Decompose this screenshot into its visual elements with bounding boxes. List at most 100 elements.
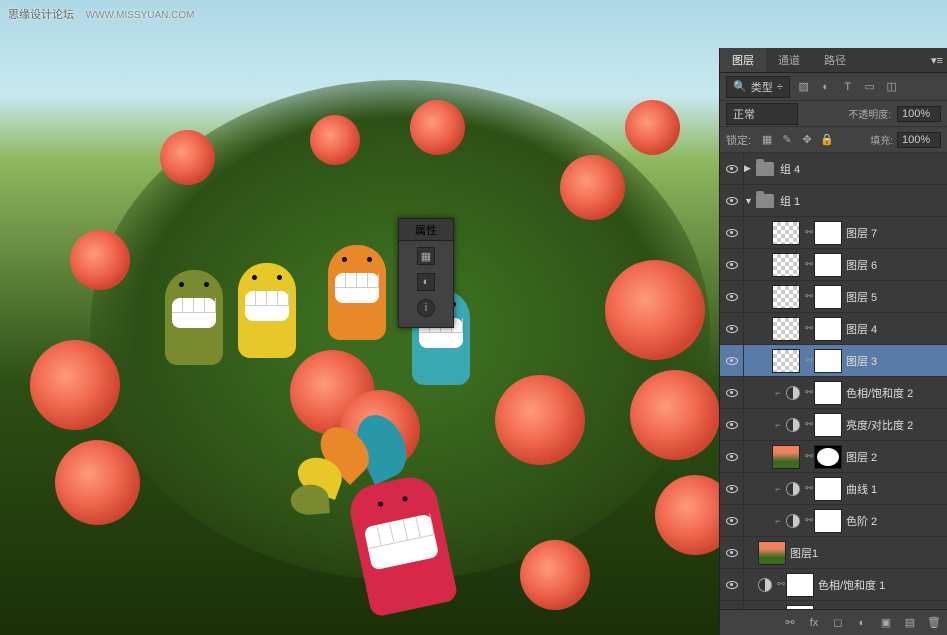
layer-thumb[interactable] <box>772 349 800 373</box>
visibility-toggle[interactable] <box>720 569 744 600</box>
lock-all-icon[interactable]: 🔒 <box>819 132 835 148</box>
disclosure-icon[interactable]: ▼ <box>744 196 756 206</box>
mask-thumb[interactable] <box>814 221 842 245</box>
layer-thumb[interactable] <box>758 541 786 565</box>
layer-name[interactable]: 色相/饱和度 2 <box>846 385 913 401</box>
mask-thumb[interactable] <box>814 509 842 533</box>
filter-pixel-icon[interactable]: ▧ <box>796 79 812 95</box>
layer-row-3[interactable]: ⚯图层 6 <box>720 249 947 281</box>
opacity-input[interactable]: 100% <box>897 106 941 122</box>
visibility-toggle[interactable] <box>720 473 744 504</box>
lock-label: 锁定: <box>726 132 751 148</box>
filter-shape-icon[interactable]: ▭ <box>862 79 878 95</box>
visibility-toggle[interactable] <box>720 153 744 184</box>
layer-name[interactable]: 图层 2 <box>846 449 877 465</box>
mask-thumb[interactable] <box>814 477 842 501</box>
visibility-toggle[interactable] <box>720 377 744 408</box>
new-group-icon[interactable]: ▣ <box>879 616 893 630</box>
layer-style-icon[interactable]: fx <box>807 616 821 630</box>
layer-row-9[interactable]: ⚯图层 2 <box>720 441 947 473</box>
info-icon[interactable]: i <box>417 299 435 317</box>
adjustment-layer-icon[interactable]: ◐ <box>855 616 869 630</box>
layer-thumb[interactable] <box>772 445 800 469</box>
layer-mask-icon[interactable]: ◻ <box>831 616 845 630</box>
tab-channels[interactable]: 通道 <box>766 48 812 72</box>
fill-input[interactable]: 100% <box>897 132 941 148</box>
visibility-toggle[interactable] <box>720 313 744 344</box>
mask-thumb[interactable] <box>814 413 842 437</box>
monster-green <box>165 270 223 365</box>
layer-name[interactable]: 组 1 <box>780 193 800 209</box>
link-icon: ⚯ <box>776 579 786 590</box>
layer-name[interactable]: 亮度/对比度 2 <box>846 417 913 433</box>
adjustment-icon <box>786 514 800 528</box>
layer-row-4[interactable]: ⚯图层 5 <box>720 281 947 313</box>
layer-thumb[interactable] <box>772 285 800 309</box>
filter-kind-select[interactable]: 🔍 类型 ÷ <box>726 76 790 98</box>
layer-row-12[interactable]: 图层1 <box>720 537 947 569</box>
tab-layers[interactable]: 图层 <box>720 48 766 72</box>
layer-thumb[interactable] <box>772 221 800 245</box>
layers-list[interactable]: ▶组 4▼组 1⚯图层 7⚯图层 6⚯图层 5⚯图层 4⚯图层 3⌐⚯色相/饱和… <box>720 153 947 609</box>
layer-name[interactable]: 图层 3 <box>846 353 877 369</box>
mask-thumb[interactable] <box>814 317 842 341</box>
mask-thumb[interactable] <box>814 285 842 309</box>
visibility-toggle[interactable] <box>720 217 744 248</box>
visibility-toggle[interactable] <box>720 281 744 312</box>
delete-layer-icon[interactable]: 🗑 <box>927 616 941 630</box>
layer-row-10[interactable]: ⌐⚯曲线 1 <box>720 473 947 505</box>
visibility-toggle[interactable] <box>720 441 744 472</box>
layer-row-8[interactable]: ⌐⚯亮度/对比度 2 <box>720 409 947 441</box>
layer-row-7[interactable]: ⌐⚯色相/饱和度 2 <box>720 377 947 409</box>
layer-row-5[interactable]: ⚯图层 4 <box>720 313 947 345</box>
mask-thumb[interactable] <box>786 573 814 597</box>
layer-row-14[interactable]: ⚯色阶 1 <box>720 601 947 609</box>
properties-panel[interactable]: 属性 ▦ ◐ i <box>398 218 454 328</box>
layer-name[interactable]: 图层1 <box>790 545 818 561</box>
mask-thumb[interactable] <box>814 445 842 469</box>
layer-row-13[interactable]: ⚯ 色相/饱和度 1 <box>720 569 947 601</box>
filter-adjustment-icon[interactable]: ◐ <box>818 79 834 95</box>
new-layer-icon[interactable]: ▤ <box>903 616 917 630</box>
layer-name[interactable]: 图层 4 <box>846 321 877 337</box>
lock-position-icon[interactable]: ✥ <box>799 132 815 148</box>
layer-name[interactable]: 图层 6 <box>846 257 877 273</box>
properties-title: 属性 <box>399 219 453 241</box>
layer-row-1[interactable]: ▼ 组 1 <box>720 185 947 217</box>
layer-row-2[interactable]: ⚯图层 7 <box>720 217 947 249</box>
layer-name[interactable]: 曲线 1 <box>846 481 877 497</box>
layer-row-0[interactable]: ▶ 组 4 <box>720 153 947 185</box>
filter-type-icon[interactable]: T <box>840 79 856 95</box>
tab-paths[interactable]: 路径 <box>812 48 858 72</box>
adjustment-icon <box>758 578 772 592</box>
layer-row-11[interactable]: ⌐⚯色阶 2 <box>720 505 947 537</box>
layer-thumb[interactable] <box>772 317 800 341</box>
visibility-toggle[interactable] <box>720 601 744 609</box>
mask-feather-icon[interactable]: ◐ <box>417 273 435 291</box>
layer-name[interactable]: 色阶 2 <box>846 513 877 529</box>
disclosure-icon[interactable]: ▶ <box>744 163 756 174</box>
mask-thumb[interactable] <box>814 381 842 405</box>
visibility-toggle[interactable] <box>720 345 744 376</box>
mask-thumb[interactable] <box>814 253 842 277</box>
panel-menu-icon[interactable]: ▾≡ <box>927 48 947 72</box>
layer-name[interactable]: 组 4 <box>780 161 800 177</box>
visibility-toggle[interactable] <box>720 185 744 216</box>
filter-smart-icon[interactable]: ◫ <box>884 79 900 95</box>
layer-name[interactable]: 图层 5 <box>846 289 877 305</box>
visibility-toggle[interactable] <box>720 409 744 440</box>
lock-pixels-icon[interactable]: ✎ <box>779 132 795 148</box>
link-icon: ⚯ <box>804 355 814 366</box>
layer-thumb[interactable] <box>772 253 800 277</box>
mask-density-icon[interactable]: ▦ <box>417 247 435 265</box>
layer-name[interactable]: 色相/饱和度 1 <box>818 577 885 593</box>
link-layers-icon[interactable]: ⚯ <box>783 616 797 630</box>
layer-name[interactable]: 图层 7 <box>846 225 877 241</box>
lock-transparency-icon[interactable]: ▦ <box>759 132 775 148</box>
blend-mode-select[interactable]: 正常 <box>726 103 798 125</box>
visibility-toggle[interactable] <box>720 537 744 568</box>
visibility-toggle[interactable] <box>720 249 744 280</box>
mask-thumb[interactable] <box>814 349 842 373</box>
visibility-toggle[interactable] <box>720 505 744 536</box>
layer-row-6[interactable]: ⚯ 图层 3 <box>720 345 947 377</box>
